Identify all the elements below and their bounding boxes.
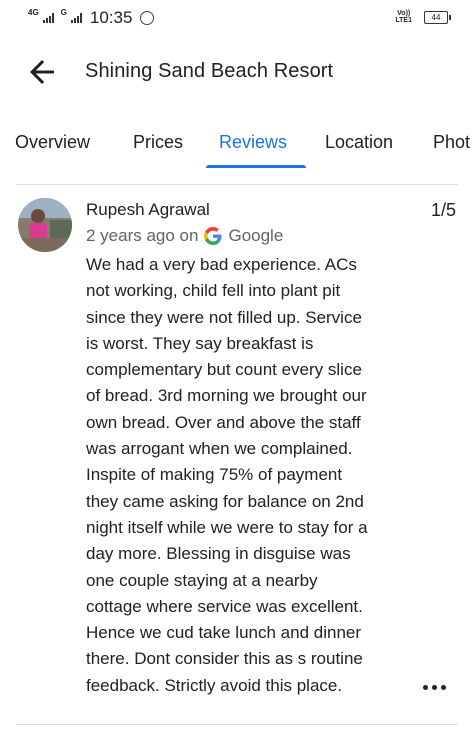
status-left: 4G G 10:35 xyxy=(28,8,155,28)
battery-icon: 44 xyxy=(424,10,451,24)
review-line: was arrogant when we complained. xyxy=(86,439,353,459)
review-line: own bread. Over and above the staff xyxy=(86,412,361,432)
reviewer-name[interactable]: Rupesh Agrawal xyxy=(86,200,210,220)
network-type-2: G xyxy=(60,8,67,17)
tab-reviews[interactable]: Reviews xyxy=(219,132,287,153)
google-g-icon xyxy=(204,227,222,245)
tab-bar: Overview Prices Reviews Location Phot xyxy=(0,118,474,170)
review-line: is worst. They say breakfast is xyxy=(86,333,314,353)
review-line: one couple staying at a nearby xyxy=(86,570,318,590)
review-line: not working, child fell into plant pit xyxy=(86,281,341,301)
review-line: of bread. 3rd morning we brought our xyxy=(86,386,367,406)
status-right: Vo)) LTE1 44 xyxy=(395,10,451,24)
review-line: since they were not filled up. Service xyxy=(86,307,362,327)
more-options-button[interactable] xyxy=(423,681,449,693)
status-bar: 4G G 10:35 Vo)) LTE1 44 xyxy=(0,0,474,36)
clock: 10:35 xyxy=(89,8,133,27)
signal-icon-2 xyxy=(70,13,82,23)
signal-icon xyxy=(42,13,54,23)
review-line: complementary but count every slice xyxy=(86,360,362,380)
back-button[interactable] xyxy=(24,54,60,90)
review-line: day more. Blessing in disguise was xyxy=(86,544,351,564)
whatsapp-icon xyxy=(140,11,155,25)
review-line: feedback. Strictly avoid this place. xyxy=(86,675,343,695)
review-meta: 2 years ago on Google xyxy=(86,226,283,246)
review-line: Inspite of making 75% of payment xyxy=(86,465,343,485)
tab-location[interactable]: Location xyxy=(325,132,393,153)
divider-top xyxy=(16,184,458,185)
avatar[interactable] xyxy=(18,198,72,252)
volte-indicator: Vo)) LTE1 xyxy=(395,10,412,24)
page-title: Shining Sand Beach Resort xyxy=(85,60,334,82)
tab-prices[interactable]: Prices xyxy=(133,132,183,153)
review-line: We had a very bad experience. ACs xyxy=(86,255,357,274)
tab-photos[interactable]: Phot xyxy=(433,132,470,153)
review-time: 2 years ago on xyxy=(86,226,199,245)
review-text: We had a very bad experience. ACs not wor… xyxy=(86,252,416,699)
review-line: cottage where service was excellent. xyxy=(86,596,363,616)
review-line: night itself while we were to stay for a xyxy=(86,517,368,537)
more-horiz-icon xyxy=(423,684,428,690)
review-source: Google xyxy=(228,226,284,245)
network-type-1: 4G xyxy=(28,8,39,17)
arrow-back-icon xyxy=(30,60,54,84)
review-rating: 1/5 xyxy=(430,200,456,220)
divider-bottom xyxy=(16,724,458,725)
avatar-photo xyxy=(18,198,72,252)
review-line: there. Dont consider this as s routine xyxy=(86,649,363,669)
review-line: Hence we cud take lunch and dinner xyxy=(86,623,362,643)
review-line: they came asking for balance on 2nd xyxy=(86,491,364,511)
app-bar: Shining Sand Beach Resort xyxy=(0,36,474,108)
tab-overview[interactable]: Overview xyxy=(15,132,90,153)
active-tab-indicator xyxy=(206,165,306,168)
